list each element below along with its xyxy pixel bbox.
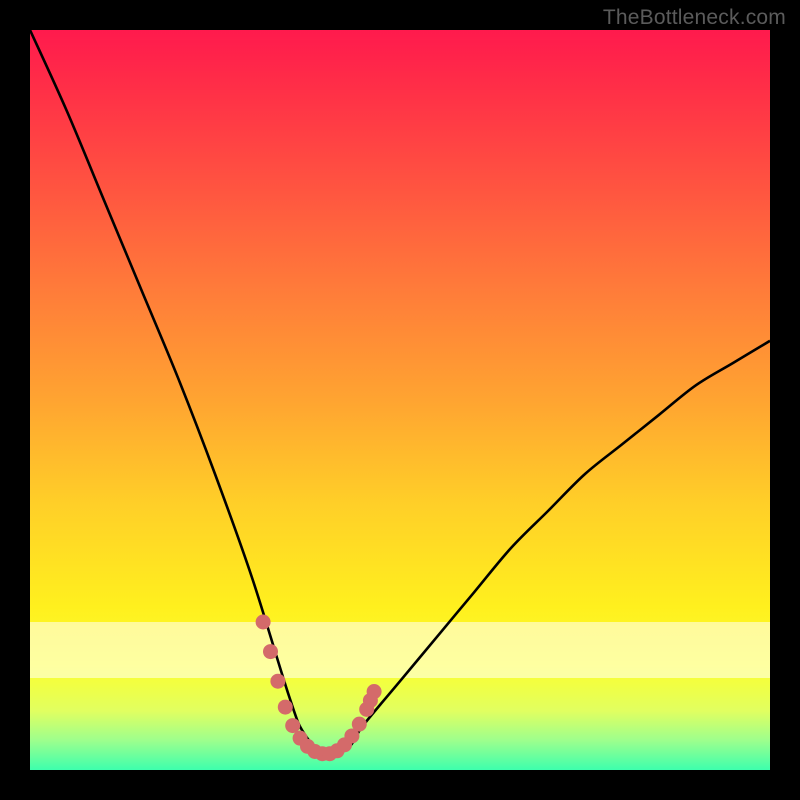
watermark-text: TheBottleneck.com: [603, 6, 786, 30]
highlight-dot: [256, 615, 271, 630]
highlight-dot: [278, 700, 293, 715]
main-curve: [30, 30, 770, 756]
chart-frame: TheBottleneck.com: [0, 0, 800, 800]
plot-area: [30, 30, 770, 770]
highlight-dot: [285, 718, 300, 733]
curve-layer: [30, 30, 770, 770]
highlight-dot: [263, 644, 278, 659]
highlight-dot: [352, 717, 367, 732]
highlight-dot: [270, 674, 285, 689]
highlight-dot: [367, 684, 382, 699]
